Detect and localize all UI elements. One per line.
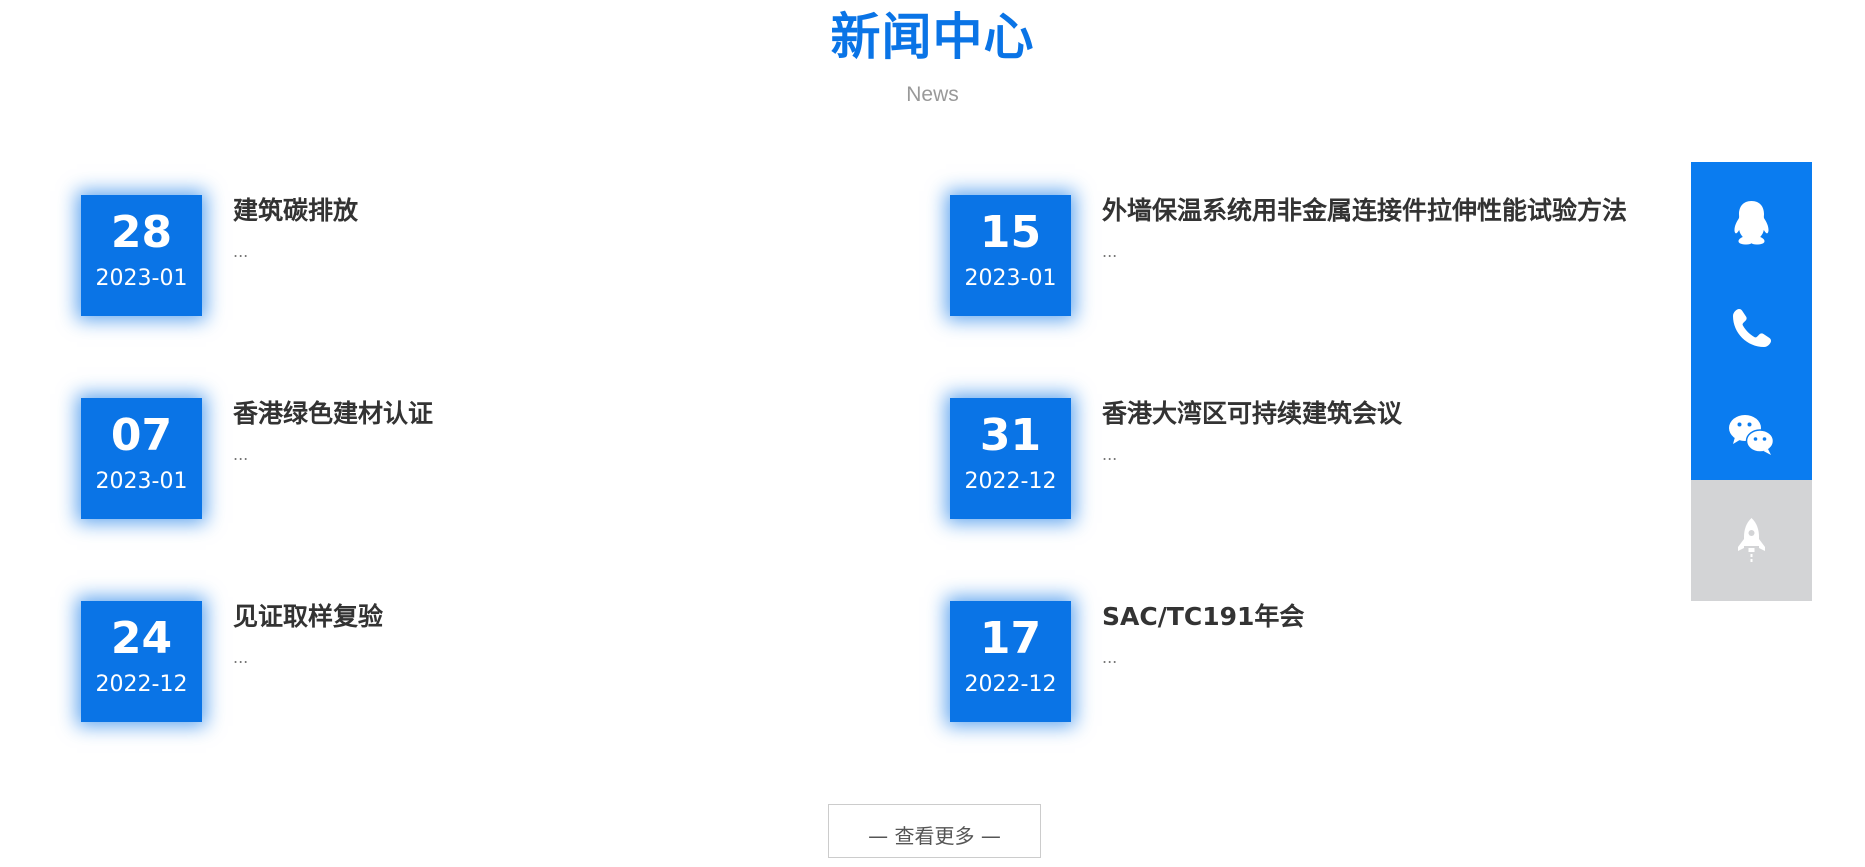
qq-icon [1734,201,1769,245]
news-item[interactable]: 31 2022-12 香港大湾区可持续建筑会议 ... [950,398,1650,519]
news-title[interactable]: 香港大湾区可持续建筑会议 [1102,398,1642,430]
date-year-month: 2022-12 [964,672,1057,697]
date-year-month: 2023-01 [95,469,188,494]
date-day: 17 [979,613,1042,664]
date-badge: 24 2022-12 [81,601,202,722]
news-excerpt: ... [1102,648,1118,667]
news-title[interactable]: 见证取样复验 [233,601,773,633]
news-excerpt: ... [233,445,249,464]
news-title[interactable]: 香港绿色建材认证 [233,398,773,430]
wechat-icon [1729,415,1775,455]
news-excerpt: ... [1102,242,1118,261]
news-excerpt: ... [233,648,249,667]
view-more-button[interactable]: — 查看更多 — [828,804,1041,858]
news-excerpt: ... [233,242,249,261]
date-year-month: 2022-12 [95,672,188,697]
phone-icon [1733,309,1771,347]
qq-button[interactable] [1691,162,1812,283]
date-day: 15 [979,207,1042,258]
wechat-button[interactable] [1691,374,1812,495]
date-badge: 28 2023-01 [81,195,202,316]
date-day: 31 [979,410,1042,461]
news-item[interactable]: 15 2023-01 外墙保温系统用非金属连接件拉伸性能试验方法 ... [950,195,1650,316]
date-badge: 15 2023-01 [950,195,1071,316]
news-title[interactable]: 建筑碳排放 [233,195,773,227]
back-to-top-button[interactable] [1691,480,1812,601]
date-year-month: 2022-12 [964,469,1057,494]
date-badge: 31 2022-12 [950,398,1071,519]
news-item[interactable]: 24 2022-12 见证取样复验 ... [81,601,781,722]
date-day: 07 [110,410,173,461]
news-item[interactable]: 17 2022-12 SAC/TC191年会 ... [950,601,1650,722]
date-year-month: 2023-01 [964,266,1057,291]
date-year-month: 2023-01 [95,266,188,291]
rocket-icon [1738,518,1765,562]
news-title[interactable]: 外墙保温系统用非金属连接件拉伸性能试验方法 [1102,195,1642,227]
news-title[interactable]: SAC/TC191年会 [1102,601,1642,633]
date-badge: 17 2022-12 [950,601,1071,722]
news-excerpt: ... [1102,445,1118,464]
date-badge: 07 2023-01 [81,398,202,519]
section-subtitle: News [906,83,959,106]
phone-button[interactable] [1691,268,1812,389]
news-item[interactable]: 07 2023-01 香港绿色建材认证 ... [81,398,781,519]
section-title: 新闻中心 [830,8,1035,66]
news-item[interactable]: 28 2023-01 建筑碳排放 ... [81,195,781,316]
date-day: 24 [110,613,173,664]
date-day: 28 [110,207,173,258]
